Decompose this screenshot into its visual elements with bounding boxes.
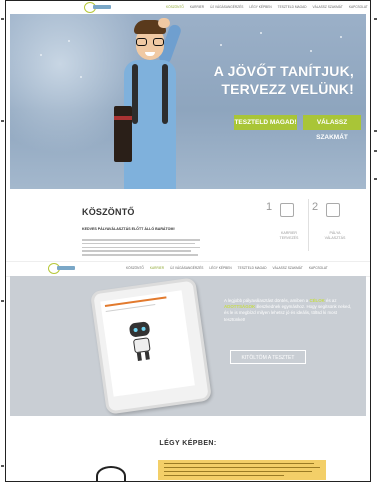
step-number: 1 — [266, 201, 273, 213]
top-navigation: KÖSZÖNTŐ KARRIER ÚJ VÁGÁSANGÉRZÉS LÉGY K… — [6, 1, 370, 15]
tablet-image — [89, 277, 213, 415]
nav-link-teszteld[interactable]: TESZTELD MAGAD — [278, 5, 307, 9]
constellation-star — [80, 76, 82, 78]
edge-marker — [374, 18, 377, 20]
start-test-button[interactable]: KITÖLTÖM A TESZTET — [230, 350, 306, 364]
sticky-navigation: KÖSZÖNTŐ KARRIER ÚJ VÁGÁSANGÉRZÉS LÉGY K… — [6, 261, 370, 277]
constellation-star — [68, 40, 70, 42]
nav-link-uj[interactable]: ÚJ VÁGÁSANGÉRZÉS — [210, 5, 243, 9]
edge-marker — [374, 150, 377, 152]
page-frame: KÖSZÖNTŐ KARRIER ÚJ VÁGÁSANGÉRZÉS LÉGY K… — [5, 0, 371, 482]
nav-link-legy-kepben[interactable]: LÉGY KÉPBEN — [249, 5, 271, 9]
step-career-choice[interactable]: 2 PÁLYA VÁLASZTÁS — [310, 199, 352, 251]
hero-headline-line2: TERVEZZ VELÜNK! — [221, 81, 354, 97]
logo-wordmark — [57, 266, 75, 270]
edge-marker — [374, 178, 377, 180]
step-divider — [308, 199, 309, 251]
constellation-star — [260, 32, 262, 34]
hero-boy-image — [106, 18, 196, 189]
glasses-icon — [136, 38, 164, 46]
nav-link-koszonto[interactable]: KÖSZÖNTŐ — [126, 266, 144, 270]
photos-section: LÉGY KÉPBEN: — [10, 416, 366, 481]
welcome-paragraph — [82, 239, 200, 258]
nav-links: KÖSZÖNTŐ KARRIER ÚJ VÁGÁSANGÉRZÉS LÉGY K… — [126, 266, 328, 270]
nav-links: KÖSZÖNTŐ KARRIER ÚJ VÁGÁSANGÉRZÉS LÉGY K… — [166, 5, 368, 9]
camera-icon — [96, 466, 126, 481]
step-career-planning[interactable]: 1 KARRIER TERVEZÉS — [264, 199, 306, 251]
welcome-title: KÖSZÖNTŐ — [82, 207, 135, 217]
photos-info-box — [158, 460, 326, 480]
logo-wordmark — [93, 5, 111, 9]
test-description: A legjobb pályaválasztást döntés, amiben… — [224, 298, 352, 322]
choose-profession-button[interactable]: VÁLASSZ SZAKMÁT — [303, 115, 361, 141]
edge-marker — [1, 120, 4, 122]
step-number: 2 — [312, 201, 319, 213]
test-section: A legjobb pályaválasztást döntés, amiben… — [10, 276, 366, 416]
hero-section: A JÖVŐT TANÍTJUK, TERVEZZ VELÜNK! TESZTE… — [10, 14, 366, 189]
nav-link-teszteld[interactable]: TESZTELD MAGAD — [238, 266, 267, 270]
edge-marker — [374, 130, 377, 132]
nav-link-karrier[interactable]: KARRIER — [190, 5, 204, 9]
step-label: PÁLYA VÁLASZTÁS — [324, 231, 346, 240]
constellation-star — [310, 50, 312, 52]
robot-icon — [126, 321, 157, 364]
boy-hand — [158, 18, 170, 28]
welcome-subtitle: KEDVES PÁLYAVÁLASZTÁS ELŐTT ÁLLÓ BARÁTOM… — [82, 227, 175, 231]
stairs-icon — [280, 203, 294, 217]
hero-headline-line1: A JÖVŐT TANÍTJUK, — [213, 63, 354, 79]
hero-headline: A JÖVŐT TANÍTJUK, TERVEZZ VELÜNK! — [214, 62, 354, 98]
step-label: KARRIER TERVEZÉS — [279, 231, 299, 240]
nav-link-karrier[interactable]: KARRIER — [150, 266, 164, 270]
backpack-strap — [162, 64, 168, 124]
edge-marker — [1, 18, 4, 20]
signpost-icon — [326, 203, 340, 217]
nav-link-koszonto[interactable]: KÖSZÖNTŐ — [166, 5, 184, 9]
career-steps: 1 KARRIER TERVEZÉS 2 PÁLYA VÁLASZTÁS — [264, 199, 364, 251]
nav-link-valassz[interactable]: VÁLASSZ SZAKMÁT — [273, 266, 303, 270]
nav-link-legy-kepben[interactable]: LÉGY KÉPBEN — [209, 266, 231, 270]
books-icon — [114, 106, 132, 162]
site-logo[interactable] — [84, 2, 112, 13]
nav-link-valassz[interactable]: VÁLASSZ SZAKMÁT — [313, 5, 343, 9]
photos-title: LÉGY KÉPBEN: — [159, 440, 217, 447]
constellation-star — [40, 54, 42, 56]
welcome-section: KÖSZÖNTŐ KEDVES PÁLYAVÁLASZTÁS ELŐTT ÁLL… — [10, 189, 366, 261]
edge-marker — [1, 300, 4, 302]
nav-link-kapcsolat[interactable]: KAPCSOLAT — [349, 5, 368, 9]
test-yourself-button[interactable]: TESZTELD MAGAD! — [234, 115, 297, 130]
backpack-strap — [132, 64, 138, 124]
constellation-star — [340, 36, 342, 38]
constellation-star — [220, 44, 222, 46]
site-logo[interactable] — [48, 263, 76, 274]
nav-link-kapcsolat[interactable]: KAPCSOLAT — [309, 266, 328, 270]
edge-marker — [1, 465, 4, 467]
nav-link-uj[interactable]: ÚJ VÁGÁSANGÉRZÉS — [170, 266, 203, 270]
